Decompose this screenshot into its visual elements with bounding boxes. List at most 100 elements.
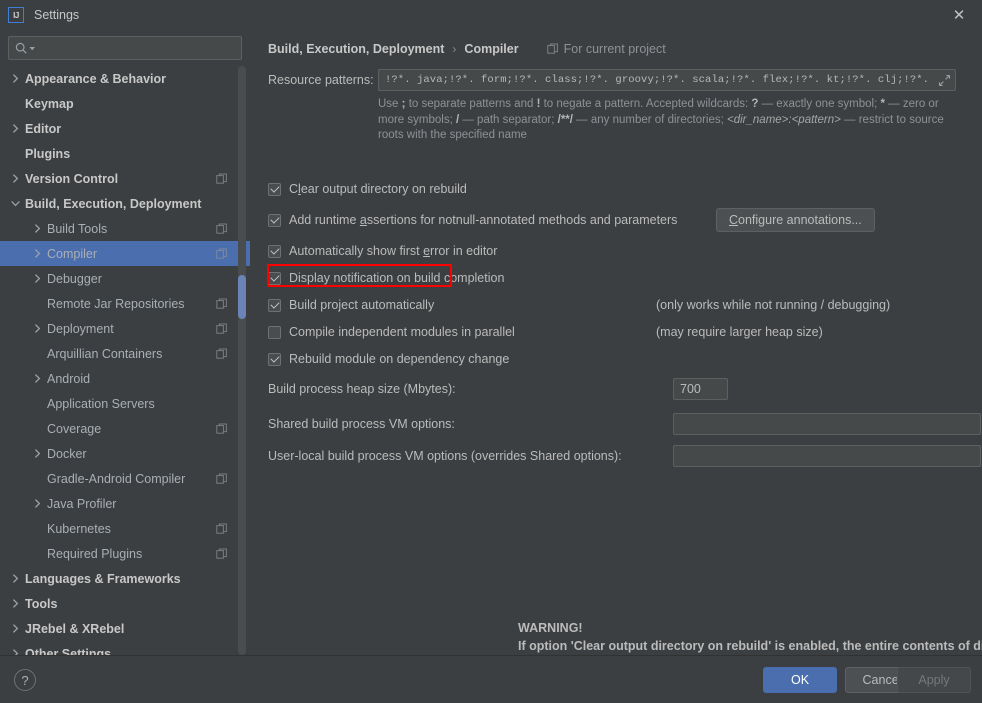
title-bar: IJ Settings ✕ xyxy=(0,0,982,30)
search-input[interactable] xyxy=(40,41,235,55)
sidebar-item-tools[interactable]: Tools xyxy=(0,591,250,616)
sidebar-item-label: Build Tools xyxy=(47,221,108,236)
sidebar-item-remote-jar-repositories[interactable]: Remote Jar Repositories xyxy=(0,291,250,316)
scope-label: For current project xyxy=(563,42,666,56)
compile-independent-modules-checkbox-note: (may require larger heap size) xyxy=(656,325,823,339)
sidebar-item-debugger[interactable]: Debugger xyxy=(0,266,250,291)
sidebar-item-build-tools[interactable]: Build Tools xyxy=(0,216,250,241)
chevron-right-icon[interactable] xyxy=(10,173,21,184)
sidebar-item-label: Coverage xyxy=(47,421,102,436)
search-dropdown-icon[interactable] xyxy=(29,41,36,55)
sidebar-scrollbar-track[interactable] xyxy=(238,66,246,655)
copy-icon xyxy=(216,473,228,485)
chevron-right-icon[interactable] xyxy=(10,123,21,134)
configure-annotations-button[interactable]: Configure annotations... xyxy=(716,208,875,232)
user-local-vm-options-input-label: User-local build process VM options (ove… xyxy=(268,449,622,463)
scope-indicator: For current project xyxy=(546,42,666,56)
copy-icon xyxy=(216,548,228,560)
sidebar-item-deployment[interactable]: Deployment xyxy=(0,316,250,341)
show-first-error-checkbox-label[interactable]: Automatically show first error in editor xyxy=(289,244,497,258)
sidebar-item-keymap[interactable]: Keymap xyxy=(0,91,250,116)
warning-line-1: If option 'Clear output directory on reb… xyxy=(518,639,982,653)
sidebar-item-kubernetes[interactable]: Kubernetes xyxy=(0,516,250,541)
chevron-right-icon[interactable] xyxy=(32,223,43,234)
clear-output-directory-checkbox-label[interactable]: Clear output directory on rebuild xyxy=(289,182,467,196)
close-icon[interactable]: ✕ xyxy=(936,0,982,30)
resource-patterns-help-text: Use ; to separate patterns and ! to nega… xyxy=(378,98,944,141)
chevron-right-icon[interactable] xyxy=(32,323,43,334)
sidebar-item-required-plugins[interactable]: Required Plugins xyxy=(0,541,250,566)
heap-size-input-row: Build process heap size (Mbytes): xyxy=(268,378,728,400)
apply-button[interactable]: Apply xyxy=(897,667,971,693)
show-first-error-checkbox[interactable] xyxy=(268,244,281,258)
chevron-right-icon[interactable] xyxy=(10,598,21,609)
build-project-automatically-checkbox-label[interactable]: Build project automatically xyxy=(289,298,434,312)
rebuild-module-checkbox-label[interactable]: Rebuild module on dependency change xyxy=(289,352,509,366)
ok-button[interactable]: OK xyxy=(763,667,837,693)
breadcrumb-root[interactable]: Build, Execution, Deployment xyxy=(268,42,444,56)
chevron-right-icon[interactable] xyxy=(32,273,43,284)
chevron-right-icon[interactable] xyxy=(10,73,21,84)
sidebar-item-android[interactable]: Android xyxy=(0,366,250,391)
copy-icon xyxy=(546,43,559,55)
chevron-right-icon[interactable] xyxy=(10,573,21,584)
chevron-right-icon[interactable] xyxy=(32,248,43,259)
sidebar-item-editor[interactable]: Editor xyxy=(0,116,250,141)
shared-vm-options-input[interactable] xyxy=(673,413,981,435)
search-box[interactable] xyxy=(8,36,242,60)
sidebar-item-label: Compiler xyxy=(47,246,98,261)
compile-independent-modules-checkbox[interactable] xyxy=(268,325,281,339)
sidebar-item-build-execution-deployment[interactable]: Build, Execution, Deployment xyxy=(0,191,250,216)
display-notification-checkbox[interactable] xyxy=(268,271,281,285)
sidebar-item-arquillian-containers[interactable]: Arquillian Containers xyxy=(0,341,250,366)
settings-content-panel: Build, Execution, Deployment › Compiler … xyxy=(250,30,982,671)
sidebar-item-label: Gradle-Android Compiler xyxy=(47,471,186,486)
dialog-footer: ? OK Cancel Apply xyxy=(0,655,982,703)
sidebar-item-label: Languages & Frameworks xyxy=(25,571,181,586)
shared-vm-options-input-row: Shared build process VM options: xyxy=(268,413,981,435)
build-project-automatically-checkbox[interactable] xyxy=(268,298,281,312)
sidebar-item-label: Application Servers xyxy=(47,396,155,411)
sidebar-item-label: Kubernetes xyxy=(47,521,111,536)
sidebar-item-languages-frameworks[interactable]: Languages & Frameworks xyxy=(0,566,250,591)
compile-independent-modules-checkbox-label[interactable]: Compile independent modules in parallel xyxy=(289,325,515,339)
sidebar-item-gradle-android-compiler[interactable]: Gradle-Android Compiler xyxy=(0,466,250,491)
sidebar-item-version-control[interactable]: Version Control xyxy=(0,166,250,191)
copy-icon xyxy=(216,323,228,335)
resource-patterns-label: Resource patterns: xyxy=(268,73,374,87)
sidebar-item-appearance-behavior[interactable]: Appearance & Behavior xyxy=(0,66,250,91)
sidebar-item-java-profiler[interactable]: Java Profiler xyxy=(0,491,250,516)
resource-patterns-row: Resource patterns: xyxy=(268,69,982,91)
add-runtime-assertions-checkbox[interactable] xyxy=(268,213,281,227)
sidebar-item-label: Editor xyxy=(25,121,62,136)
sidebar-item-jrebel-xrebel[interactable]: JRebel & XRebel xyxy=(0,616,250,641)
help-button[interactable]: ? xyxy=(14,669,36,691)
chevron-right-icon[interactable] xyxy=(10,648,21,655)
sidebar-item-other-settings[interactable]: Other Settings xyxy=(0,641,250,655)
add-runtime-assertions-checkbox-label[interactable]: Add runtime assertions for notnull-annot… xyxy=(289,213,677,227)
rebuild-module-checkbox[interactable] xyxy=(268,352,281,366)
sidebar-item-label: Docker xyxy=(47,446,87,461)
warning-heading: WARNING! xyxy=(518,621,583,635)
sidebar-item-application-servers[interactable]: Application Servers xyxy=(0,391,250,416)
chevron-right-icon[interactable] xyxy=(32,498,43,509)
sidebar-item-coverage[interactable]: Coverage xyxy=(0,416,250,441)
settings-tree: Appearance & Behavior Keymap Editor Plugins… xyxy=(0,66,250,655)
chevron-right-icon[interactable] xyxy=(32,373,43,384)
sidebar-item-docker[interactable]: Docker xyxy=(0,441,250,466)
sidebar-item-plugins[interactable]: Plugins xyxy=(0,141,250,166)
clear-output-directory-checkbox[interactable] xyxy=(268,182,281,196)
chevron-right-icon[interactable] xyxy=(32,448,43,459)
chevron-down-icon[interactable] xyxy=(10,198,21,209)
user-local-vm-options-input[interactable] xyxy=(673,445,981,467)
search-icon xyxy=(15,42,28,55)
chevron-right-icon[interactable] xyxy=(10,623,21,634)
heap-size-input[interactable] xyxy=(673,378,728,400)
display-notification-checkbox-label[interactable]: Display notification on build completion xyxy=(289,271,504,285)
expand-diagonal-icon[interactable] xyxy=(933,70,955,90)
resource-patterns-field[interactable] xyxy=(378,69,956,91)
resource-patterns-input[interactable] xyxy=(379,74,933,86)
sidebar-item-compiler[interactable]: Compiler xyxy=(0,241,250,266)
sidebar-scrollbar-thumb[interactable] xyxy=(238,275,246,319)
heap-size-input-label: Build process heap size (Mbytes): xyxy=(268,382,456,396)
